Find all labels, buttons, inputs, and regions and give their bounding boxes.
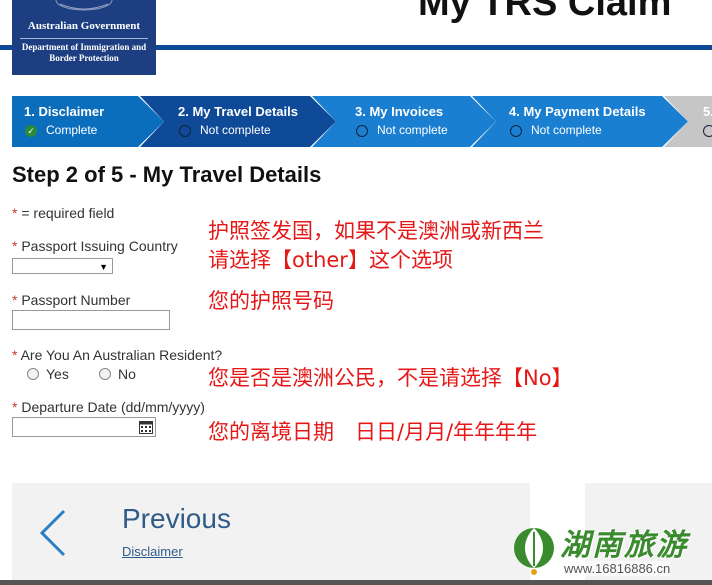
departure-date-label: * Departure Date (dd/mm/yyyy) — [12, 399, 205, 415]
logo-divider — [20, 38, 148, 39]
step-disclaimer[interactable]: 1. Disclaimer ✓ Complete — [12, 96, 164, 147]
required-asterisk: * — [12, 238, 18, 254]
required-asterisk: * — [12, 399, 18, 415]
step-status: Not complete — [200, 123, 271, 137]
step-label: 4. My Payment Details — [509, 104, 646, 119]
annotation-departure: 您的离境日期 日日/月月/年年年年 — [208, 420, 538, 444]
step-label: 1. Disclaimer — [24, 104, 105, 119]
previous-label: Previous — [122, 503, 231, 534]
circle-icon — [179, 125, 191, 137]
step-status: Not complete — [531, 123, 602, 137]
required-asterisk: * — [12, 205, 18, 221]
check-icon: ✓ — [25, 125, 37, 137]
step-status: Complete — [46, 123, 98, 137]
step-status: Not complete — [377, 123, 448, 137]
annotation-resident: 您是否是澳洲公民，不是请选择【No】 — [208, 366, 573, 390]
step-travel-details[interactable]: 2. My Travel Details Not complete — [140, 96, 336, 147]
chevron-left-icon — [39, 509, 66, 557]
required-asterisk: * — [12, 347, 18, 363]
circle-icon — [356, 125, 368, 137]
circle-icon — [510, 125, 522, 137]
circle-icon — [703, 125, 712, 137]
dropdown-arrow-icon: ▼ — [99, 262, 108, 272]
site-header: Australian Government Department of Immi… — [0, 0, 712, 75]
previous-step-card[interactable]: Previous Disclaimer — [12, 483, 530, 585]
watermark-title: 湖南旅游 — [560, 529, 688, 562]
step-label: 3. My Invoices — [355, 104, 444, 119]
required-asterisk: * — [12, 292, 18, 308]
departure-date-input[interactable] — [12, 417, 156, 437]
resident-no-radio[interactable] — [99, 368, 111, 380]
step-payment-details[interactable]: 4. My Payment Details Not complete — [472, 96, 688, 147]
page-title: My TRS Claim — [418, 0, 672, 24]
step-label: 5. — [703, 104, 711, 119]
government-logo[interactable]: Australian Government Department of Immi… — [12, 0, 156, 75]
departure-date-label-text: Departure Date (dd/mm/yyyy) — [21, 399, 205, 415]
passport-country-label-text: Passport Issuing Country — [21, 238, 178, 254]
resident-yes-label[interactable]: Yes — [46, 366, 69, 382]
annotation-passport: 您的护照号码 — [208, 289, 334, 313]
annotation-country-line2: 请选择【other】这个选项 — [208, 248, 453, 272]
annotation-country-line1: 护照签发国，如果不是澳洲或新西兰 — [208, 219, 544, 243]
watermark-url: www.16816886.cn — [564, 561, 671, 576]
step-invoices[interactable]: 3. My Invoices Not complete — [312, 96, 496, 147]
step-label: 2. My Travel Details — [178, 104, 298, 119]
government-name: Australian Government — [27, 20, 141, 32]
passport-number-label-text: Passport Number — [21, 292, 131, 308]
calendar-icon[interactable] — [139, 420, 153, 434]
passport-number-input[interactable] — [12, 310, 170, 330]
required-note-text: = required field — [21, 205, 115, 221]
department-name: Department of Immigration and Border Pro… — [21, 42, 147, 63]
passport-country-label: * Passport Issuing Country — [12, 238, 178, 254]
passport-country-select[interactable]: ▼ — [12, 258, 113, 274]
resident-yes-radio[interactable] — [27, 368, 39, 380]
page-bottom-border — [0, 580, 712, 585]
watermark-logo-icon — [514, 528, 554, 575]
step-heading: Step 2 of 5 - My Travel Details — [12, 162, 322, 187]
coat-of-arms-icon — [55, 0, 113, 11]
resident-label: * Are You An Australian Resident? — [12, 347, 222, 363]
resident-no-label[interactable]: No — [118, 366, 136, 382]
previous-step-link[interactable]: Disclaimer — [122, 544, 183, 559]
progress-steps: 1. Disclaimer ✓ Complete 2. My Travel De… — [12, 96, 712, 147]
resident-label-text: Are You An Australian Resident? — [20, 347, 223, 363]
required-note: * = required field — [12, 205, 114, 221]
passport-number-label: * Passport Number — [12, 292, 130, 308]
watermark: 湖南旅游 www.16816886.cn — [508, 514, 712, 585]
